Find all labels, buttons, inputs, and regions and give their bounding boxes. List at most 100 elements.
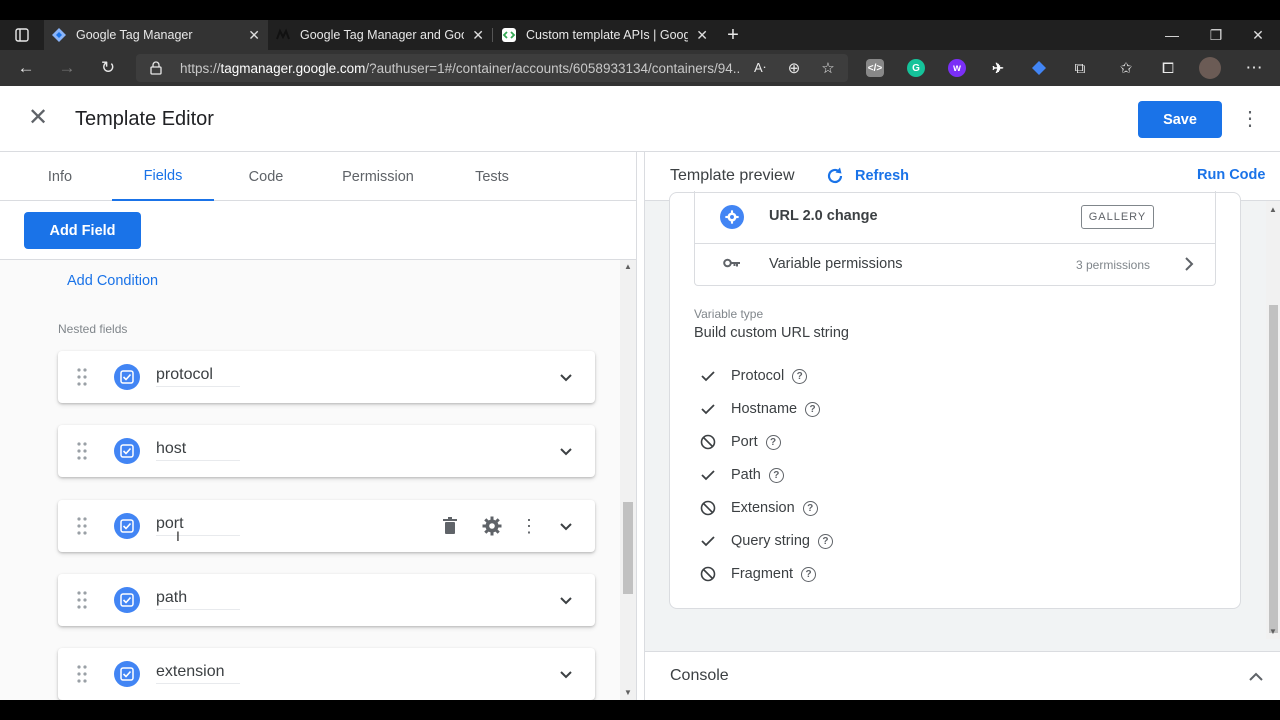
help-icon[interactable]: ? [805, 401, 821, 417]
refresh-button[interactable]: Refresh [825, 166, 909, 186]
browser-toolbar: ← → ↻ https://tagmanager.google.com/?aut… [0, 50, 1280, 86]
field-card-host[interactable]: host [58, 425, 595, 477]
favorites-icon[interactable]: ✩ [1114, 56, 1138, 80]
help-icon[interactable]: ? [765, 434, 781, 450]
option-label: Extension [731, 500, 795, 516]
read-aloud-icon[interactable]: Aᐧ [748, 56, 772, 80]
settings-gear-icon[interactable] [480, 514, 504, 538]
help-icon[interactable]: ? [802, 500, 818, 516]
help-icon[interactable]: ? [801, 566, 817, 582]
refresh-label: Refresh [855, 168, 909, 184]
scrollbar-thumb[interactable] [1269, 305, 1278, 633]
new-tab-button[interactable]: + [721, 23, 745, 47]
browser-tab-title: Google Tag Manager and Google [300, 28, 464, 42]
close-tab-icon[interactable]: ✕ [472, 27, 484, 44]
collections-icon[interactable]: ⧠ [1156, 56, 1180, 80]
field-name[interactable]: host [156, 440, 240, 461]
chevron-down-icon[interactable] [556, 441, 576, 461]
checkbox-field-icon [114, 438, 140, 464]
help-icon[interactable]: ? [817, 533, 833, 549]
drag-handle-icon[interactable] [76, 441, 88, 461]
console-panel[interactable]: Console [645, 651, 1280, 700]
save-button[interactable]: Save [1138, 101, 1222, 138]
restore-icon[interactable]: ❐ [1194, 20, 1238, 50]
scrollbar-thumb[interactable] [623, 502, 633, 594]
key-icon [723, 256, 741, 274]
delete-icon[interactable] [438, 514, 462, 538]
help-icon[interactable]: ? [792, 368, 808, 384]
more-vert-icon[interactable]: ⋮ [517, 514, 541, 538]
tab-code[interactable]: Code [226, 152, 306, 201]
browser-menu-icon[interactable]: ⋯ [1242, 56, 1266, 80]
extensions-puzzle-icon[interactable]: ⧉ [1068, 56, 1092, 80]
tab-actions-icon[interactable] [10, 23, 34, 47]
check-icon [698, 531, 718, 551]
url-host: tagmanager.google.com [220, 60, 366, 76]
grammarly-icon[interactable]: G [907, 59, 925, 77]
tab-tests[interactable]: Tests [452, 152, 532, 201]
field-name[interactable]: port [156, 515, 240, 536]
more-vert-icon[interactable]: ⋮ [1240, 106, 1260, 132]
option-fragment: Fragment ? [698, 564, 817, 584]
run-code-button[interactable]: Run Code [1197, 167, 1265, 183]
checkbox-field-icon [114, 661, 140, 687]
drag-handle-icon[interactable] [76, 516, 88, 536]
field-card-port[interactable]: port ⋮ [58, 500, 595, 552]
favorite-star-icon[interactable]: ☆ [816, 56, 840, 80]
variable-permissions-row[interactable]: Variable permissions 3 permissions [695, 244, 1215, 285]
close-window-icon[interactable]: ✕ [1236, 20, 1280, 50]
console-title: Console [670, 667, 729, 684]
browser-tab-template-apis[interactable]: Custom template APIs | Google ✕ [494, 20, 716, 50]
add-field-bar: Add Field [0, 201, 636, 260]
chevron-up-icon[interactable] [1247, 668, 1265, 686]
extension-w-icon[interactable]: w [948, 59, 966, 77]
minimize-icon[interactable]: — [1150, 20, 1194, 50]
browser-tab-gtm-ga[interactable]: Google Tag Manager and Google ✕ [268, 20, 492, 50]
preview-scrollbar[interactable]: ▲ ▼ [1266, 201, 1280, 639]
close-tab-icon[interactable]: ✕ [696, 27, 708, 44]
nested-fields-label: Nested fields [58, 322, 128, 336]
field-name[interactable]: protocol [156, 366, 240, 387]
chevron-down-icon[interactable] [556, 590, 576, 610]
profile-avatar[interactable] [1198, 56, 1222, 80]
address-bar[interactable]: https://tagmanager.google.com/?authuser=… [136, 54, 848, 82]
field-card-protocol[interactable]: protocol [58, 351, 595, 403]
forward-icon[interactable]: → [55, 56, 79, 80]
reload-icon[interactable]: ↻ [96, 56, 120, 80]
chevron-down-icon[interactable] [556, 664, 576, 684]
fields-scrollbar[interactable]: ▲ ▼ [620, 260, 636, 700]
browser-tab-gtm[interactable]: Google Tag Manager ✕ [44, 20, 268, 50]
help-icon[interactable]: ? [768, 467, 784, 483]
tab-permission[interactable]: Permission [328, 152, 428, 201]
extension-link-icon[interactable]: ✈ [989, 59, 1007, 77]
add-field-button[interactable]: Add Field [24, 212, 141, 249]
drag-handle-icon[interactable] [76, 590, 88, 610]
scroll-up-icon[interactable]: ▲ [624, 262, 632, 271]
drag-handle-icon[interactable] [76, 367, 88, 387]
add-condition-link[interactable]: Add Condition [67, 273, 158, 289]
close-icon[interactable]: ✕ [26, 106, 50, 130]
field-name[interactable]: extension [156, 663, 240, 684]
close-tab-icon[interactable]: ✕ [248, 27, 260, 44]
field-card-path[interactable]: path [58, 574, 595, 626]
variable-type-label: Variable type [694, 307, 764, 321]
variable-type-value: Build custom URL string [694, 325, 849, 341]
zoom-icon[interactable]: ⊕ [782, 56, 806, 80]
scroll-down-icon[interactable]: ▼ [624, 688, 632, 697]
scroll-up-icon[interactable]: ▲ [1269, 205, 1277, 214]
template-preview-card: URL 2.0 change GALLERY Variable permissi… [669, 191, 1241, 609]
field-card-extension[interactable]: extension [58, 648, 595, 700]
checkbox-field-icon [114, 513, 140, 539]
drag-handle-icon[interactable] [76, 664, 88, 684]
extension-code-icon[interactable]: </> [866, 59, 884, 77]
tab-fields[interactable]: Fields [112, 152, 214, 201]
scroll-down-icon[interactable]: ▼ [1269, 627, 1277, 636]
chevron-right-icon[interactable] [1181, 256, 1197, 272]
field-name[interactable]: path [156, 589, 240, 610]
chevron-down-icon[interactable] [556, 516, 576, 536]
tag-assistant-icon[interactable] [1030, 59, 1048, 77]
chevron-down-icon[interactable] [556, 367, 576, 387]
preview-title: Template preview [670, 167, 795, 184]
back-icon[interactable]: ← [14, 56, 38, 80]
tab-info[interactable]: Info [20, 152, 100, 201]
